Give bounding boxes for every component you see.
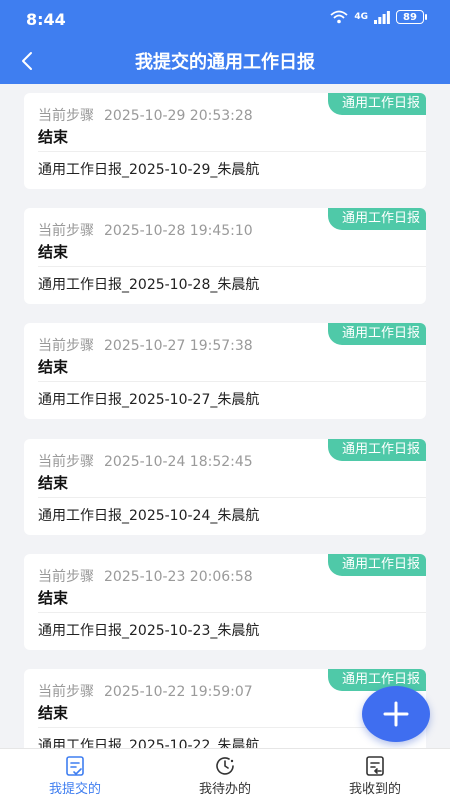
report-name: 通用工作日报_2025-10-22_朱晨航 [38,738,260,748]
report-type-tag: 通用工作日报 [327,208,426,230]
report-type-tag: 通用工作日报 [327,669,426,691]
report-type-tag: 通用工作日报 [327,93,426,115]
clock-pending-icon [216,756,234,775]
status-text: 结束 [38,589,69,607]
divider [38,151,426,152]
step-timestamp: 2025-10-28 19:45:10 [104,223,253,239]
status-text: 结束 [38,358,69,376]
step-timestamp: 2025-10-27 19:57:38 [104,338,253,354]
current-step: 当前步骤 2025-10-23 20:06:58 [38,566,253,586]
signal-icon [374,10,390,24]
nav-item-pending[interactable]: 我待办的 [150,749,300,800]
step-timestamp: 2025-10-29 20:53:28 [104,108,253,124]
status-time: 8:44 [26,10,66,29]
wifi-icon [330,10,348,24]
step-label: 当前步骤 [38,223,94,239]
report-card[interactable]: 通用工作日报 当前步骤 2025-10-28 19:45:10 结束 通用工作日报… [24,208,426,304]
report-name: 通用工作日报_2025-10-29_朱晨航 [38,162,260,178]
status-icons: 4G 89 [330,10,427,24]
report-name: 通用工作日报_2025-10-27_朱晨航 [38,392,260,408]
status-bar: 8:44 4G 89 [0,0,450,38]
report-card[interactable]: 通用工作日报 当前步骤 2025-10-23 20:06:58 结束 通用工作日报… [24,554,426,650]
report-name: 通用工作日报_2025-10-23_朱晨航 [38,623,260,639]
status-text: 结束 [38,243,69,261]
divider [38,381,426,382]
received-doc-icon [366,755,384,776]
battery-icon: 89 [396,10,427,24]
step-label: 当前步骤 [38,108,94,124]
bottom-nav: 我提交的 我待办的 我收到的 [0,748,450,800]
divider [38,612,426,613]
add-report-button[interactable] [362,686,430,742]
status-text: 结束 [38,474,69,492]
step-label: 当前步骤 [38,684,94,700]
title-bar: 我提交的通用工作日报 [0,38,450,84]
nav-label: 我收到的 [348,781,401,797]
step-timestamp: 2025-10-24 18:52:45 [104,454,253,470]
step-timestamp: 2025-10-22 19:59:07 [104,684,253,700]
report-list[interactable]: 通用工作日报 当前步骤 2025-10-29 20:53:28 结束 通用工作日报… [0,84,450,748]
submitted-doc-icon [66,755,84,776]
page-title: 我提交的通用工作日报 [135,52,315,73]
step-label: 当前步骤 [38,338,94,354]
current-step: 当前步骤 2025-10-27 19:57:38 [38,335,253,355]
network-type: 4G [354,12,368,22]
status-text: 结束 [38,128,69,146]
current-step: 当前步骤 2025-10-29 20:53:28 [38,105,253,125]
nav-label: 我提交的 [48,781,101,797]
report-name: 通用工作日报_2025-10-24_朱晨航 [38,508,260,524]
step-label: 当前步骤 [38,569,94,585]
report-card[interactable]: 通用工作日报 当前步骤 2025-10-24 18:52:45 结束 通用工作日报… [24,439,426,535]
report-card[interactable]: 通用工作日报 当前步骤 2025-10-27 19:57:38 结束 通用工作日报… [24,323,426,419]
current-step: 当前步骤 2025-10-22 19:59:07 [38,681,253,701]
current-step: 当前步骤 2025-10-24 18:52:45 [38,451,253,471]
report-name: 通用工作日报_2025-10-28_朱晨航 [38,277,260,293]
status-text: 结束 [38,704,69,722]
nav-item-received[interactable]: 我收到的 [300,749,450,800]
report-type-tag: 通用工作日报 [327,554,426,576]
current-step: 当前步骤 2025-10-28 19:45:10 [38,220,253,240]
divider [38,497,426,498]
divider [38,266,426,267]
nav-label: 我待办的 [198,781,251,797]
nav-item-submitted[interactable]: 我提交的 [0,749,150,800]
report-card[interactable]: 通用工作日报 当前步骤 2025-10-29 20:53:28 结束 通用工作日报… [24,93,426,189]
plus-icon [383,701,409,727]
step-label: 当前步骤 [38,454,94,470]
report-type-tag: 通用工作日报 [327,323,426,345]
report-type-tag: 通用工作日报 [327,439,426,461]
app-header: 8:44 4G 89 我提交的通用工作日报 [0,0,450,84]
step-timestamp: 2025-10-23 20:06:58 [104,569,253,585]
